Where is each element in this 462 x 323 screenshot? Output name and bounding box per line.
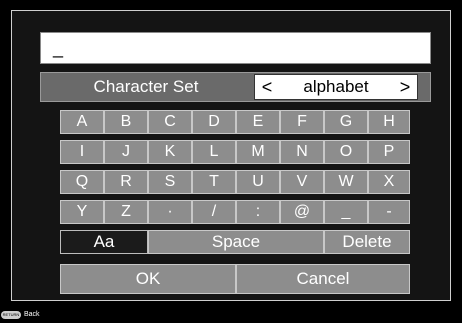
key[interactable]: : [236,200,280,224]
key[interactable]: A [60,110,104,134]
key[interactable]: N [280,140,324,164]
key[interactable]: H [368,110,410,134]
character-set-selector[interactable]: < alphabet > [254,74,418,100]
key[interactable]: C [148,110,192,134]
chevron-left-icon[interactable]: < [259,75,275,99]
case-toggle-key[interactable]: Aa [60,230,148,254]
ok-button[interactable]: OK [60,264,236,294]
delete-key[interactable]: Delete [324,230,410,254]
key[interactable]: · [148,200,192,224]
key[interactable]: R [104,170,148,194]
key[interactable]: S [148,170,192,194]
key[interactable]: X [368,170,410,194]
key[interactable]: W [324,170,368,194]
key[interactable]: _ [324,200,368,224]
key[interactable]: Y [60,200,104,224]
key[interactable]: / [192,200,236,224]
key[interactable]: E [236,110,280,134]
key[interactable]: @ [280,200,324,224]
character-set-row: Character Set < alphabet > [40,72,431,102]
return-button-icon: RETURN [1,311,21,319]
on-screen-keyboard: A B C D E F G H I J K L M N O P Q R S T … [60,110,410,258]
key[interactable]: G [324,110,368,134]
key[interactable]: U [236,170,280,194]
cancel-button[interactable]: Cancel [236,264,410,294]
text-input-field[interactable]: _ [40,32,431,64]
key[interactable]: - [368,200,410,224]
key[interactable]: Z [104,200,148,224]
chevron-right-icon[interactable]: > [397,75,413,99]
key[interactable]: I [60,140,104,164]
character-set-label: Character Set [93,77,199,96]
key[interactable]: T [192,170,236,194]
key[interactable]: V [280,170,324,194]
key[interactable]: P [368,140,410,164]
space-key[interactable]: Space [148,230,324,254]
key[interactable]: Q [60,170,104,194]
key[interactable]: M [236,140,280,164]
back-label: Back [24,311,40,318]
character-set-value: alphabet [303,77,369,96]
back-hint: RETURN Back [1,310,40,320]
key[interactable]: L [192,140,236,164]
key[interactable]: B [104,110,148,134]
key[interactable]: O [324,140,368,164]
key[interactable]: D [192,110,236,134]
key[interactable]: F [280,110,324,134]
key[interactable]: K [148,140,192,164]
key[interactable]: J [104,140,148,164]
